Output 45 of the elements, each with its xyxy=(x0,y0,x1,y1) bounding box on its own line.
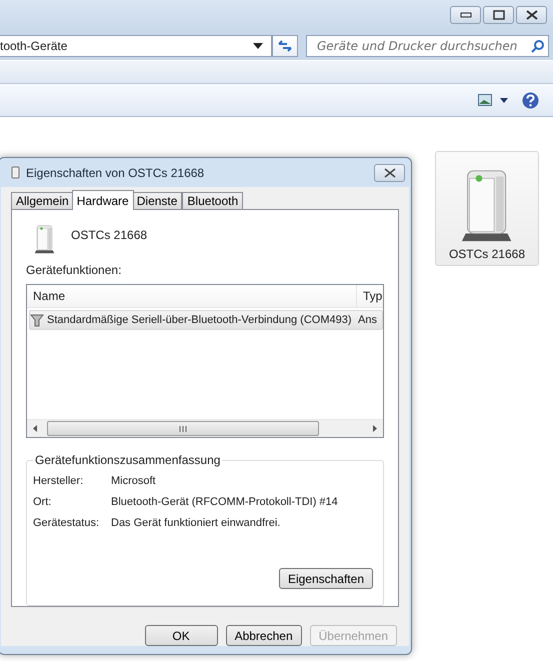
search-field[interactable]: Geräte und Drucker durchsuchen xyxy=(306,35,549,57)
column-header[interactable]: Typ xyxy=(357,284,383,307)
device-name: OSTCs 21668 xyxy=(71,228,148,242)
scroll-left-icon[interactable] xyxy=(33,425,37,432)
close-icon xyxy=(384,168,396,178)
close-button[interactable] xyxy=(374,164,405,182)
tab[interactable]: Bluetooth xyxy=(182,192,244,209)
search-icon[interactable] xyxy=(531,40,544,52)
tab[interactable]: Hardware xyxy=(72,190,134,210)
field-label: Gerätestatus: xyxy=(33,517,100,530)
dialog-title: Eigenschaften von OSTCs 21668 xyxy=(26,166,206,180)
minimize-icon xyxy=(460,12,472,18)
tab[interactable]: Dienste xyxy=(132,192,182,209)
close-button[interactable] xyxy=(516,6,547,24)
field-label: Hersteller: xyxy=(33,475,84,488)
properties-button[interactable]: Eigenschaften xyxy=(278,568,373,589)
table-cell: Standardmäßige Seriell-über-Bluetooth-Verbindung (COM493) xyxy=(47,314,352,326)
maximize-button[interactable] xyxy=(483,6,514,24)
field-value: Bluetooth-Gerät (RFCOMM-Protokoll-TDI) #14 xyxy=(111,496,338,508)
minimize-button[interactable] xyxy=(450,6,481,24)
scroll-right-icon[interactable] xyxy=(373,425,377,432)
group-title: Gerätefunktionszusammenfassung xyxy=(33,453,222,468)
field-label: Ort: xyxy=(33,496,52,508)
dialog-button[interactable]: Abbrechen xyxy=(226,625,302,646)
column-header[interactable]: Name xyxy=(27,284,357,307)
dropdown-caret-icon[interactable] xyxy=(253,43,263,49)
section-label: Gerätefunktionen: xyxy=(26,262,122,277)
table-cell: Ans xyxy=(358,314,377,326)
view-options-icon[interactable] xyxy=(478,94,508,106)
device-icon xyxy=(34,224,55,254)
address-bar[interactable]: tooth-Geräte xyxy=(0,35,272,57)
refresh-button[interactable] xyxy=(272,35,298,57)
field-value: Das Gerät funktioniert einwandfrei. xyxy=(111,517,280,530)
tab[interactable]: Allgemein xyxy=(11,192,74,209)
field-value: Microsoft xyxy=(111,475,156,488)
device-tile[interactable]: OSTCs 21668 xyxy=(435,151,539,266)
close-icon xyxy=(526,10,538,20)
list-row[interactable]: Standardmäßige Seriell-über-Bluetooth-Verbindung (COM493) Ans xyxy=(29,310,383,330)
help-icon[interactable] xyxy=(522,92,539,108)
horizontal-scrollbar[interactable] xyxy=(27,419,383,438)
maximize-icon xyxy=(492,10,504,20)
device-icon xyxy=(11,166,20,179)
refresh-arrows-icon xyxy=(277,39,293,53)
scrollbar-thumb[interactable] xyxy=(47,421,319,436)
dialog-button[interactable]: OK xyxy=(144,625,218,646)
